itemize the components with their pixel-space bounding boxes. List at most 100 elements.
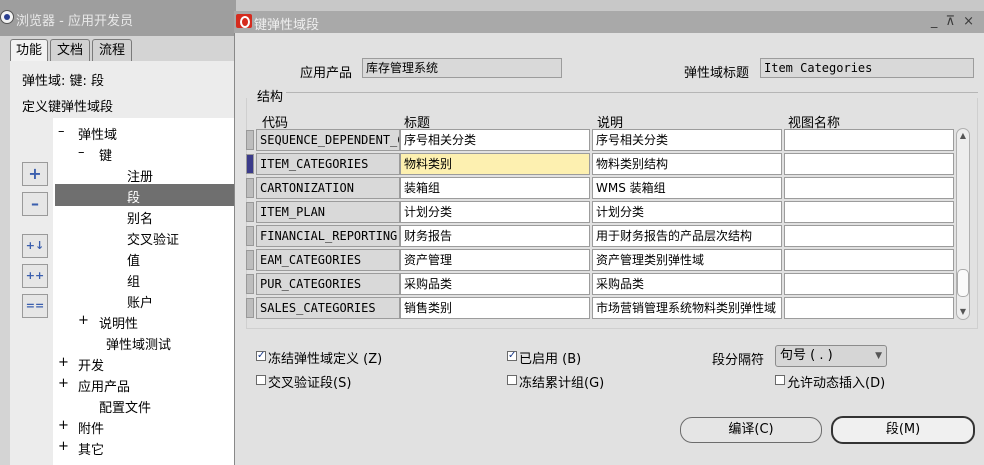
code-cell[interactable]: FINANCIAL_REPORTING xyxy=(256,225,400,247)
tab-documents[interactable]: 文档 xyxy=(50,39,90,62)
tree-node[interactable]: 账户 xyxy=(127,292,153,311)
tree-node[interactable]: 应用产品 xyxy=(78,376,130,395)
expand-node-icon[interactable]: + xyxy=(58,355,69,370)
expand-branch-button[interactable]: +↓ xyxy=(22,234,48,258)
tree-node[interactable]: 开发 xyxy=(78,355,104,374)
code-cell[interactable]: SEQUENCE_DEPENDENT_C xyxy=(256,129,400,151)
tree-node[interactable]: 弹性域测试 xyxy=(106,334,171,353)
dynamic-insert-checkbox[interactable] xyxy=(775,375,785,385)
tree-node[interactable]: 交叉验证 xyxy=(127,229,179,248)
expand-all-button[interactable]: ++ xyxy=(22,264,48,288)
separator-select[interactable]: 句号 ( . ) ▼ xyxy=(775,345,887,367)
scroll-up-icon[interactable]: ▲ xyxy=(957,130,969,142)
code-cell[interactable]: EAM_CATEGORIES xyxy=(256,249,400,271)
cross-validate-label: 交叉验证段(S) xyxy=(268,376,352,391)
tree-node[interactable]: 值 xyxy=(127,250,140,269)
title-cell[interactable]: 计划分类 xyxy=(400,201,590,223)
expand-node-icon[interactable]: + xyxy=(58,439,69,454)
tree-node[interactable]: 别名 xyxy=(127,208,153,227)
row-selector[interactable] xyxy=(246,130,254,150)
structure-divider xyxy=(278,92,978,93)
description-cell[interactable]: 采购品类 xyxy=(592,273,782,295)
segments-button[interactable]: 段(M) xyxy=(831,416,975,444)
view-name-cell[interactable] xyxy=(784,177,954,199)
enabled-checkbox[interactable]: ✓ xyxy=(507,351,517,361)
row-selector[interactable] xyxy=(246,178,254,198)
freeze-definition-checkbox[interactable]: ✓ xyxy=(256,351,266,361)
check-icon: ✓ xyxy=(508,350,517,361)
tree-node[interactable]: 说明性 xyxy=(99,313,138,332)
structures-scrollbar[interactable]: ▲ ▼ xyxy=(956,128,970,320)
compile-button[interactable]: 编译(C) xyxy=(680,417,822,443)
check-icon: ✓ xyxy=(257,350,266,361)
tree-selection-highlight xyxy=(55,184,236,206)
title-cell[interactable]: 物料类别 xyxy=(400,153,590,175)
row-selector[interactable] xyxy=(246,274,254,294)
row-selector[interactable] xyxy=(246,202,254,222)
application-field[interactable]: 库存管理系统 xyxy=(362,58,562,78)
oracle-logo-icon xyxy=(0,10,14,24)
collapse-all-button[interactable]: == xyxy=(22,294,48,318)
separator-value: 句号 ( . ) xyxy=(780,348,833,363)
view-name-cell[interactable] xyxy=(784,297,954,319)
row-selector[interactable] xyxy=(246,250,254,270)
title-cell[interactable]: 财务报告 xyxy=(400,225,590,247)
tab-processes[interactable]: 流程 xyxy=(92,39,132,62)
description-cell[interactable]: 市场营销管理系统物料类别弹性域 xyxy=(592,297,782,319)
description-cell[interactable]: 计划分类 xyxy=(592,201,782,223)
navigator-title: 浏览器 - 应用开发员 xyxy=(16,14,133,29)
navigator-title-bar[interactable]: 浏览器 - 应用开发员 xyxy=(0,0,236,36)
tree-node[interactable]: 键 xyxy=(99,145,112,164)
tree-node[interactable]: 配置文件 xyxy=(99,397,151,416)
view-name-cell[interactable] xyxy=(784,201,954,223)
tree-node[interactable]: 弹性域 xyxy=(78,124,117,143)
flexfield-title-label: 弹性域标题 xyxy=(684,66,750,81)
view-name-cell[interactable] xyxy=(784,129,954,151)
description-cell[interactable]: 序号相关分类 xyxy=(592,129,782,151)
cross-validate-checkbox[interactable] xyxy=(256,375,266,385)
enabled-label: 已启用 (B) xyxy=(519,352,582,367)
freeze-definition-label: 冻结弹性域定义 (Z) xyxy=(268,352,383,367)
title-cell[interactable]: 销售类别 xyxy=(400,297,590,319)
description-cell[interactable]: 资产管理类别弹性域 xyxy=(592,249,782,271)
description-cell[interactable]: WMS 装箱组 xyxy=(592,177,782,199)
tree-node[interactable]: 附件 xyxy=(78,418,104,437)
collapse-node-icon[interactable]: – xyxy=(78,145,85,160)
expand-node-icon[interactable]: + xyxy=(58,418,69,433)
expand-node-icon[interactable]: + xyxy=(78,313,89,328)
title-cell[interactable]: 装箱组 xyxy=(400,177,590,199)
code-cell[interactable]: ITEM_CATEGORIES xyxy=(256,153,400,175)
code-cell[interactable]: CARTONIZATION xyxy=(256,177,400,199)
collapse-button[interactable]: – xyxy=(22,192,48,216)
dialog-title-bar[interactable]: 键弹性域段 _ ⊼ × xyxy=(234,11,984,33)
dynamic-insert-label: 允许动态插入(D) xyxy=(787,376,886,391)
freeze-rollup-checkbox[interactable] xyxy=(507,375,517,385)
title-cell[interactable]: 序号相关分类 xyxy=(400,129,590,151)
title-cell[interactable]: 采购品类 xyxy=(400,273,590,295)
code-cell[interactable]: SALES_CATEGORIES xyxy=(256,297,400,319)
scroll-down-icon[interactable]: ▼ xyxy=(957,306,969,318)
code-cell[interactable]: ITEM_PLAN xyxy=(256,201,400,223)
row-selector[interactable] xyxy=(246,154,254,174)
row-selector[interactable] xyxy=(246,298,254,318)
code-cell[interactable]: PUR_CATEGORIES xyxy=(256,273,400,295)
row-selector[interactable] xyxy=(246,226,254,246)
description-cell[interactable]: 物料类别结构 xyxy=(592,153,782,175)
view-name-cell[interactable] xyxy=(784,153,954,175)
view-name-cell[interactable] xyxy=(784,249,954,271)
collapse-node-icon[interactable]: – xyxy=(58,124,65,139)
tree-node[interactable]: 其它 xyxy=(78,439,104,458)
tree-node[interactable]: 注册 xyxy=(127,166,153,185)
window-controls-icon[interactable]: _ ⊼ × xyxy=(931,14,976,29)
tab-functions[interactable]: 功能 xyxy=(10,39,48,62)
view-name-cell[interactable] xyxy=(784,273,954,295)
view-name-cell[interactable] xyxy=(784,225,954,247)
scroll-thumb[interactable] xyxy=(957,269,969,297)
flexfield-title-field[interactable]: Item Categories xyxy=(760,58,974,78)
description-cell[interactable]: 用于财务报告的产品层次结构 xyxy=(592,225,782,247)
tree-node[interactable]: 段 xyxy=(127,187,140,206)
tree-node[interactable]: 组 xyxy=(127,271,140,290)
expand-button[interactable]: + xyxy=(22,162,48,186)
expand-node-icon[interactable]: + xyxy=(58,376,69,391)
title-cell[interactable]: 资产管理 xyxy=(400,249,590,271)
